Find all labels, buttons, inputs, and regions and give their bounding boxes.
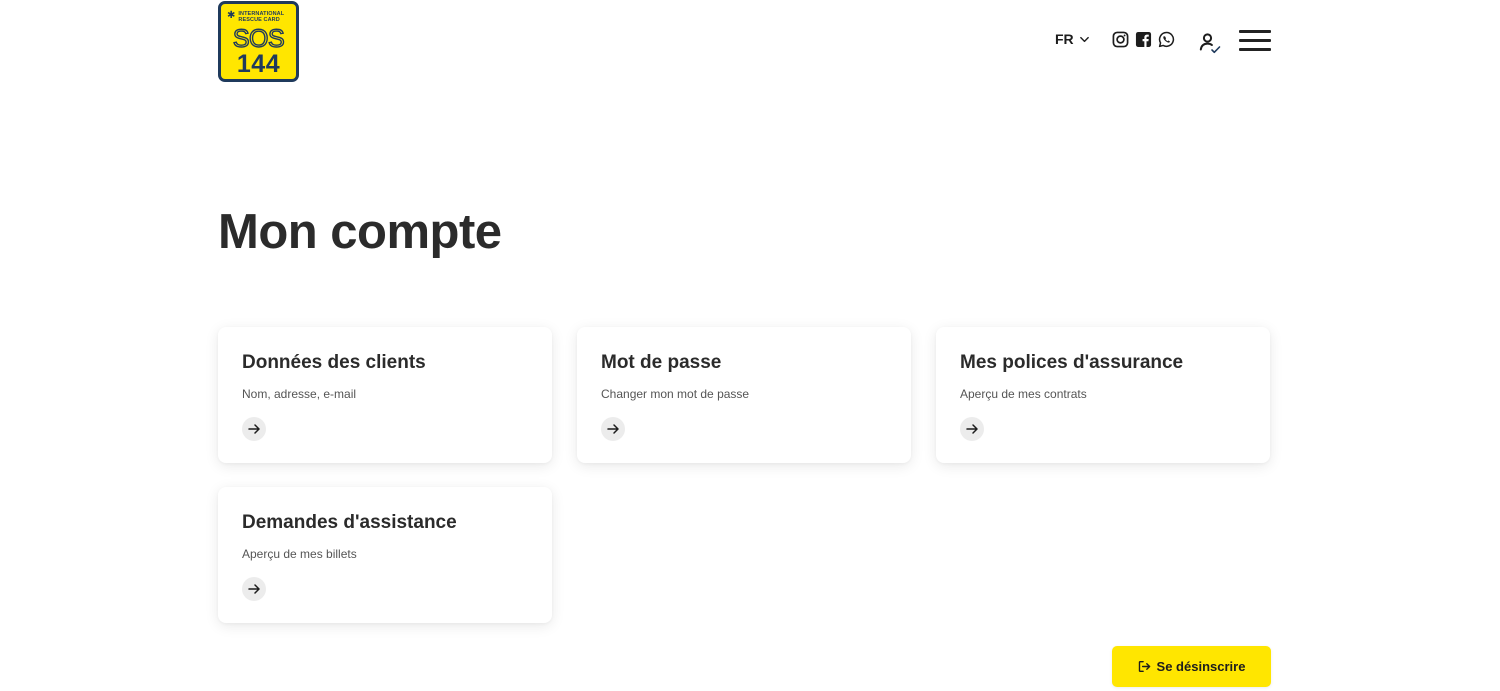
sign-out-icon bbox=[1138, 660, 1150, 673]
whatsapp-icon bbox=[1158, 31, 1175, 48]
chevron-down-icon bbox=[1079, 36, 1089, 42]
whatsapp-link[interactable] bbox=[1158, 31, 1175, 48]
language-label: FR bbox=[1055, 31, 1074, 47]
sos144-logo[interactable]: ✱ INTERNATIONAL RESCUE CARD SOS 144 bbox=[218, 1, 299, 82]
card-password[interactable]: Mot de passe Changer mon mot de passe bbox=[577, 327, 911, 463]
card-subtitle: Aperçu de mes billets bbox=[242, 547, 357, 561]
account-button[interactable] bbox=[1198, 31, 1222, 55]
unsubscribe-label: Se désinscrire bbox=[1156, 659, 1246, 674]
card-title: Mes polices d'assurance bbox=[960, 352, 1184, 373]
card-insurance-policies[interactable]: Mes polices d'assurance Aperçu de mes co… bbox=[936, 327, 1270, 463]
facebook-link[interactable] bbox=[1135, 31, 1152, 48]
card-subtitle: Aperçu de mes contrats bbox=[960, 387, 1087, 401]
card-title: Mot de passe bbox=[601, 352, 722, 373]
logo-header: ✱ INTERNATIONAL RESCUE CARD bbox=[227, 10, 285, 24]
logo-sos-text: SOS bbox=[232, 25, 285, 53]
arrow-right-icon[interactable] bbox=[242, 417, 266, 441]
instagram-icon bbox=[1112, 31, 1129, 48]
unsubscribe-button[interactable]: Se désinscrire bbox=[1112, 646, 1271, 687]
card-title: Données des clients bbox=[242, 352, 426, 373]
user-check-icon bbox=[1199, 33, 1221, 54]
card-subtitle: Changer mon mot de passe bbox=[601, 387, 750, 401]
logo-small-text: INTERNATIONAL RESCUE CARD bbox=[238, 11, 285, 23]
arrow-right-icon[interactable] bbox=[960, 417, 984, 441]
hamburger-menu-button[interactable] bbox=[1239, 30, 1271, 52]
facebook-icon bbox=[1135, 31, 1152, 48]
card-title: Demandes d'assistance bbox=[242, 512, 457, 533]
card-assistance-requests[interactable]: Demandes d'assistance Aperçu de mes bill… bbox=[218, 487, 552, 623]
instagram-link[interactable] bbox=[1112, 31, 1129, 48]
card-subtitle: Nom, adresse, e-mail bbox=[242, 387, 357, 401]
language-selector[interactable]: FR bbox=[1055, 31, 1090, 47]
arrow-right-icon[interactable] bbox=[601, 417, 625, 441]
card-customer-data[interactable]: Données des clients Nom, adresse, e-mail bbox=[218, 327, 552, 463]
page-title: Mon compte bbox=[218, 205, 502, 259]
logo-number-text: 144 bbox=[236, 50, 281, 78]
star-of-life-icon: ✱ bbox=[227, 10, 236, 21]
arrow-right-icon[interactable] bbox=[242, 577, 266, 601]
